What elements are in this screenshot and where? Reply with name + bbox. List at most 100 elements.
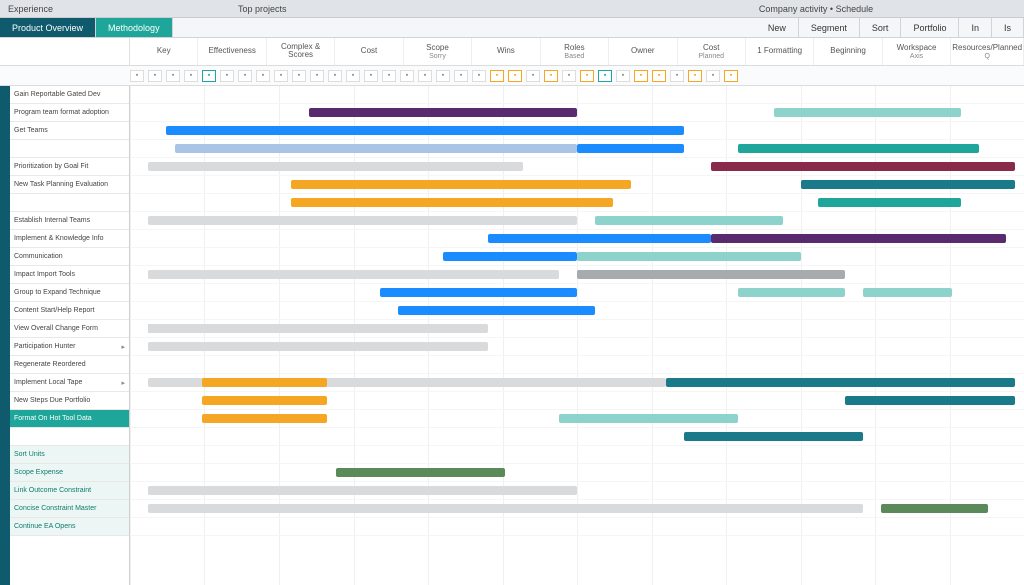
toolbar-icon[interactable]: ▪ [364,70,378,82]
toolbar-icon[interactable]: ▪ [670,70,684,82]
toolbar-icon[interactable]: ▪ [598,70,612,82]
tab-is[interactable]: Is [992,18,1024,37]
task-row[interactable]: Gain Reportable Gated Dev [10,86,129,104]
task-row[interactable] [10,140,129,158]
toolbar-icon[interactable]: ▪ [706,70,720,82]
column-header[interactable]: WorkspaceAxis [883,38,951,65]
task-row[interactable]: View Overall Change Form [10,320,129,338]
toolbar-icon[interactable]: ▪ [148,70,162,82]
gantt-bar[interactable] [577,144,684,153]
gantt-bar[interactable] [845,396,1015,405]
task-row[interactable]: Establish Internal Teams [10,212,129,230]
gantt-bar[interactable] [309,108,577,117]
toolbar-icon[interactable]: ▪ [616,70,630,82]
column-header[interactable]: Cost [335,38,403,65]
gantt-bar[interactable] [443,252,577,261]
toolbar-icon[interactable]: ▪ [400,70,414,82]
gantt-bar[interactable] [175,144,577,153]
task-row[interactable]: Communication [10,248,129,266]
toolbar-icon[interactable]: ▪ [526,70,540,82]
task-row[interactable]: Impact Import Tools [10,266,129,284]
gantt-chart[interactable] [130,86,1024,585]
task-row[interactable]: Implement & Knowledge Info [10,230,129,248]
toolbar-icon[interactable]: ▪ [166,70,180,82]
gantt-bar[interactable] [711,234,1006,243]
gantt-bar[interactable] [595,216,783,225]
gantt-bar[interactable] [398,306,595,315]
tab-segment[interactable]: Segment [799,18,860,37]
tab-in[interactable]: In [959,18,992,37]
gantt-bar[interactable] [684,432,863,441]
column-header[interactable]: 1 Formatting [746,38,814,65]
task-row[interactable]: Implement Local Tape▸ [10,374,129,392]
tab-product-overview[interactable]: Product Overview [0,18,96,37]
toolbar-icon[interactable]: ▪ [418,70,432,82]
task-row[interactable]: Format On Hot Tool Data [10,410,129,428]
tab-portfolio[interactable]: Portfolio [901,18,959,37]
gantt-bar[interactable] [818,198,961,207]
toolbar-icon[interactable]: ▪ [490,70,504,82]
toolbar-icon[interactable]: ▪ [472,70,486,82]
gantt-bar[interactable] [148,504,863,513]
task-row[interactable] [10,194,129,212]
gantt-bar[interactable] [202,378,327,387]
toolbar-icon[interactable]: ▪ [436,70,450,82]
task-row[interactable]: New Task Planning Evaluation [10,176,129,194]
column-header[interactable]: ScopeSorry [404,38,472,65]
column-header[interactable]: Beginning [814,38,882,65]
task-row[interactable]: Participation Hunter▸ [10,338,129,356]
toolbar-icon[interactable]: ▪ [346,70,360,82]
toolbar-icon[interactable]: ▪ [382,70,396,82]
task-row[interactable]: Get Teams [10,122,129,140]
column-header[interactable]: Complex & Scores [267,38,335,65]
toolbar-icon[interactable]: ▪ [292,70,306,82]
gantt-bar[interactable] [148,270,559,279]
toolbar-icon[interactable]: ▪ [508,70,522,82]
toolbar-icon[interactable]: ▪ [274,70,288,82]
toolbar-icon[interactable]: ▪ [634,70,648,82]
column-header[interactable]: CostPlanned [678,38,746,65]
toolbar-icon[interactable]: ▪ [184,70,198,82]
gantt-bar[interactable] [577,270,845,279]
gantt-bar[interactable] [738,288,845,297]
gantt-bar[interactable] [148,324,488,333]
gantt-bar[interactable] [380,288,577,297]
column-header[interactable]: RolesBased [541,38,609,65]
toolbar-icon[interactable]: ▪ [562,70,576,82]
gantt-bar[interactable] [801,108,962,117]
gantt-bar[interactable] [148,162,523,171]
gantt-bar[interactable] [738,144,979,153]
task-row[interactable]: Program team format adoption [10,104,129,122]
gantt-bar[interactable] [148,216,577,225]
toolbar-icon[interactable]: ▪ [220,70,234,82]
gantt-bar[interactable] [711,162,1015,171]
task-row[interactable]: Group to Expand Technique [10,284,129,302]
tab-new[interactable]: New [756,18,799,37]
toolbar-icon[interactable]: ▪ [328,70,342,82]
column-header[interactable]: Resources/PlannedQ [951,38,1024,65]
tab-sort[interactable]: Sort [860,18,902,37]
toolbar-icon[interactable]: ▪ [202,70,216,82]
toolbar-icon[interactable]: ▪ [256,70,270,82]
gantt-bar[interactable] [202,414,327,423]
gantt-bar[interactable] [166,126,685,135]
toolbar-icon[interactable]: ▪ [544,70,558,82]
toolbar-icon[interactable]: ▪ [724,70,738,82]
column-header[interactable]: Key [130,38,198,65]
task-row[interactable]: Regenerate Reordered [10,356,129,374]
task-row[interactable]: Continue EA Opens [10,518,129,536]
column-header[interactable]: Wins [472,38,540,65]
gantt-bar[interactable] [666,378,1015,387]
task-row[interactable]: Content Start/Help Report [10,302,129,320]
task-row[interactable]: Prioritization by Goal Fit [10,158,129,176]
toolbar-icon[interactable]: ▪ [580,70,594,82]
gantt-bar[interactable] [291,180,631,189]
gantt-bar[interactable] [148,486,577,495]
column-header[interactable]: Owner [609,38,677,65]
gantt-bar[interactable] [148,342,488,351]
gantt-bar[interactable] [488,234,712,243]
task-row[interactable]: New Steps Due Portfolio [10,392,129,410]
task-row[interactable]: Scope Expense [10,464,129,482]
toolbar-icon[interactable]: ▪ [310,70,324,82]
gantt-bar[interactable] [801,180,1016,189]
